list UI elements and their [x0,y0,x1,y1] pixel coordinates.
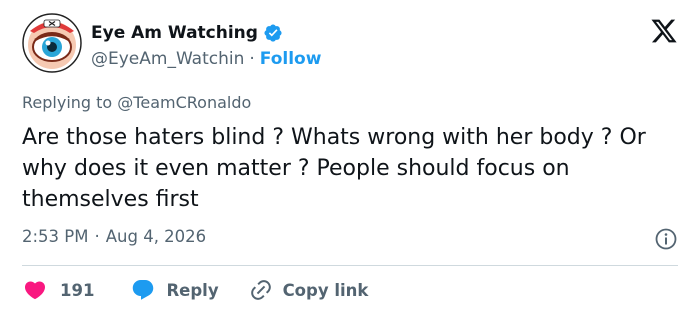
follow-button[interactable]: Follow [260,49,322,69]
divider [22,265,678,266]
author-handle[interactable]: @EyeAm_Watchin [91,49,244,69]
tweet-text: Are those haters blind ? Whats wrong wit… [22,125,646,212]
reply-context-mention[interactable]: @TeamCRonaldo [117,93,251,112]
x-logo-icon[interactable] [650,17,678,45]
copy-link-label: Copy link [282,280,369,300]
reply-context: Replying to @TeamCRonaldo [22,93,251,112]
tweet-date: Aug 4, 2026 [105,227,207,246]
handle-separator: · [249,49,255,69]
reply-bubble-icon [133,280,154,300]
info-icon[interactable] [654,227,678,251]
like-button[interactable]: 191 [22,278,94,302]
like-count: 191 [60,280,95,300]
copy-link-button[interactable]: Copy link [249,278,369,302]
tweet-time: 2:53 PM [22,227,89,246]
verified-badge-icon [263,23,283,43]
author-display-name[interactable]: Eye Am Watching [91,23,258,43]
reply-context-prefix: Replying to [22,93,113,112]
avatar[interactable] [22,13,82,73]
action-bar: 191 Reply Copy link [22,277,368,303]
eye-avatar-icon [22,13,82,73]
author-handle-row: @EyeAm_Watchin · Follow [91,48,321,70]
reply-label: Reply [166,280,219,300]
link-icon [250,280,271,300]
timestamp-separator: · [94,227,100,246]
reply-button[interactable]: Reply [130,278,219,302]
tweet-timestamp[interactable]: 2:53 PM · Aug 4, 2026 [22,227,206,246]
author-name-row: Eye Am Watching [91,21,283,45]
heart-icon [24,281,46,300]
